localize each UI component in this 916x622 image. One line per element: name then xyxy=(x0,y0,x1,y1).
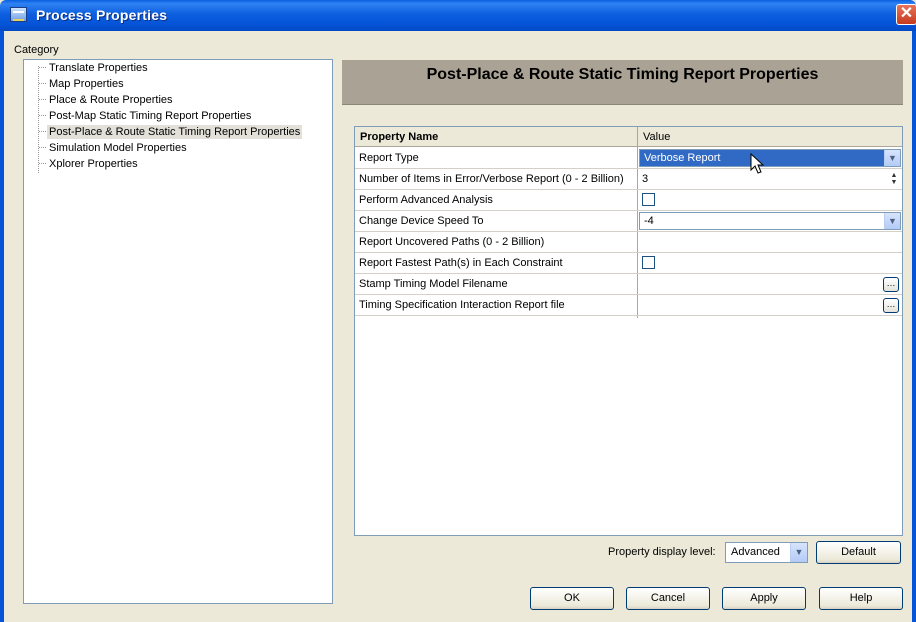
mouse-cursor-icon xyxy=(750,153,765,174)
property-name: Number of Items in Error/Verbose Report … xyxy=(359,173,624,185)
tree-connector xyxy=(39,147,46,148)
display-level-dropdown[interactable]: Advanced ▼ xyxy=(725,542,808,563)
column-header-name: Property Name xyxy=(360,131,439,143)
ok-button[interactable]: OK xyxy=(530,587,614,610)
property-row-fastest-paths[interactable]: Report Fastest Path(s) in Each Constrain… xyxy=(355,253,902,274)
spinner-arrows-icon[interactable]: ▲ ▼ xyxy=(889,172,899,186)
grid-header: Property Name Value xyxy=(355,127,902,147)
property-value-cell[interactable] xyxy=(638,253,902,273)
property-row-advanced-analysis[interactable]: Perform Advanced Analysis xyxy=(355,190,902,211)
category-item-post-par-timing[interactable]: Post-Place & Route Static Timing Report … xyxy=(47,125,303,139)
property-name: Report Fastest Path(s) in Each Constrain… xyxy=(359,257,563,269)
category-item-place-route[interactable]: Place & Route Properties xyxy=(47,93,175,107)
category-item-translate[interactable]: Translate Properties xyxy=(47,61,150,75)
property-name: Report Type xyxy=(359,152,419,164)
advanced-analysis-checkbox[interactable] xyxy=(642,193,655,206)
chevron-down-icon[interactable]: ▼ xyxy=(884,213,900,229)
browse-button[interactable]: … xyxy=(883,277,899,292)
window-frame-left xyxy=(0,31,4,622)
window-frame-right xyxy=(912,31,916,622)
title-bar[interactable]: Process Properties ✕ xyxy=(0,0,916,31)
spin-down-icon[interactable]: ▼ xyxy=(889,179,899,186)
num-items-spinner[interactable]: 3 ▲ ▼ xyxy=(638,169,902,189)
dropdown-value: Advanced xyxy=(731,546,780,558)
dropdown-value: Verbose Report xyxy=(644,152,721,164)
property-name: Timing Specification Interaction Report … xyxy=(359,299,565,311)
browse-button[interactable]: … xyxy=(883,298,899,313)
spin-up-icon[interactable]: ▲ xyxy=(889,172,899,179)
tree-connector xyxy=(39,83,46,84)
interaction-report-input[interactable]: … xyxy=(638,295,902,315)
close-button[interactable]: ✕ xyxy=(896,4,916,25)
spinner-value[interactable]: 3 xyxy=(642,173,648,185)
property-grid[interactable]: Property Name Value Report Type Verbose … xyxy=(354,126,903,536)
property-row-interaction-report[interactable]: Timing Specification Interaction Report … xyxy=(355,295,902,316)
category-item-post-map-timing[interactable]: Post-Map Static Timing Report Properties xyxy=(47,109,253,123)
category-tree[interactable]: Translate Properties Map Properties Plac… xyxy=(23,59,333,604)
property-value-cell[interactable]: Verbose Report ▼ xyxy=(638,148,902,168)
chevron-down-icon[interactable]: ▼ xyxy=(790,543,807,562)
property-name: Change Device Speed To xyxy=(359,215,484,227)
apply-button[interactable]: Apply xyxy=(722,587,806,610)
uncovered-paths-input[interactable] xyxy=(638,232,902,252)
tree-connector xyxy=(39,163,46,164)
category-item-simulation-model[interactable]: Simulation Model Properties xyxy=(47,141,189,155)
device-speed-dropdown[interactable]: -4 ▼ xyxy=(639,212,901,230)
property-row-report-type[interactable]: Report Type Verbose Report ▼ xyxy=(355,148,902,169)
property-value-cell[interactable]: -4 ▼ xyxy=(638,211,902,231)
category-label: Category xyxy=(14,44,59,56)
section-title: Post-Place & Route Static Timing Report … xyxy=(426,66,819,83)
section-header: Post-Place & Route Static Timing Report … xyxy=(342,60,903,105)
property-value-cell[interactable] xyxy=(638,190,902,210)
property-row-device-speed[interactable]: Change Device Speed To -4 ▼ xyxy=(355,211,902,232)
tree-connector xyxy=(39,131,46,132)
dropdown-value: -4 xyxy=(644,215,654,227)
app-icon xyxy=(10,7,27,22)
window-title: Process Properties xyxy=(36,7,168,23)
category-item-map[interactable]: Map Properties xyxy=(47,77,126,91)
category-item-xplorer[interactable]: Xplorer Properties xyxy=(47,157,140,171)
fastest-paths-checkbox[interactable] xyxy=(642,256,655,269)
column-header-value: Value xyxy=(643,131,671,143)
property-name: Perform Advanced Analysis xyxy=(359,194,493,206)
tree-connector xyxy=(39,99,46,100)
stamp-filename-input[interactable]: … xyxy=(638,274,902,294)
display-level-label: Property display level: xyxy=(608,546,716,558)
default-button[interactable]: Default xyxy=(816,541,901,564)
property-row-stamp-filename[interactable]: Stamp Timing Model Filename … xyxy=(355,274,902,295)
property-name: Report Uncovered Paths (0 - 2 Billion) xyxy=(359,236,545,248)
help-button[interactable]: Help xyxy=(819,587,903,610)
property-row-uncovered-paths[interactable]: Report Uncovered Paths (0 - 2 Billion) xyxy=(355,232,902,253)
report-type-dropdown[interactable]: Verbose Report ▼ xyxy=(639,149,901,167)
cancel-button[interactable]: Cancel xyxy=(626,587,710,610)
property-name: Stamp Timing Model Filename xyxy=(359,278,508,290)
property-row-num-items[interactable]: Number of Items in Error/Verbose Report … xyxy=(355,169,902,190)
tree-connector xyxy=(39,115,46,116)
chevron-down-icon[interactable]: ▼ xyxy=(884,150,900,166)
tree-connector xyxy=(39,67,46,68)
